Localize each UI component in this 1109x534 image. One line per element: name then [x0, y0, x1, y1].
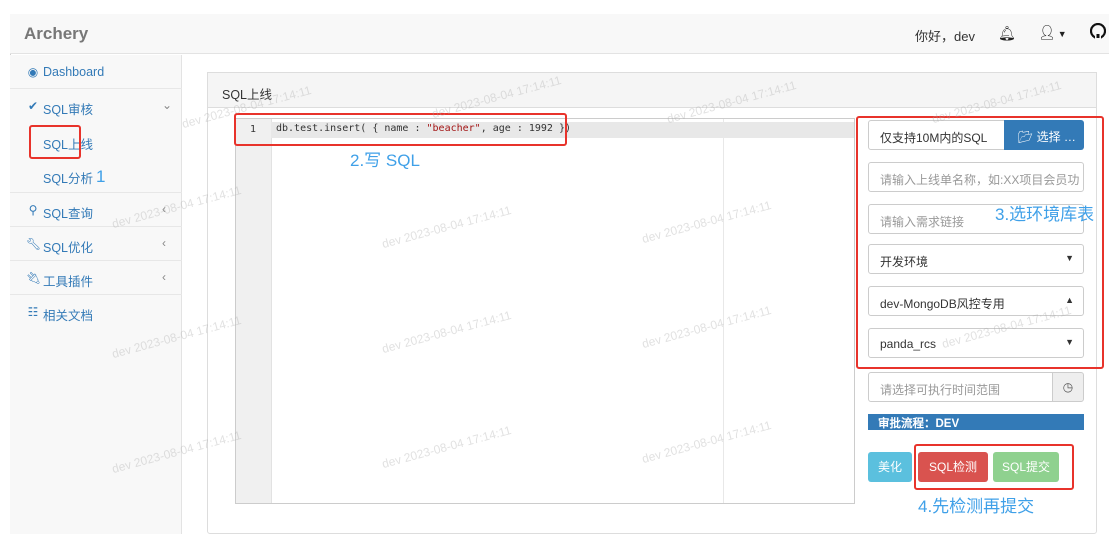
user-greeting: 你好，dev: [915, 29, 975, 44]
plug-icon: 🔌︎: [26, 271, 42, 285]
search-icon: ⚲: [28, 203, 38, 217]
sql-editor[interactable]: 1 db.test.insert( { name : "beacher", ag…: [235, 118, 855, 504]
check-icon: ✔: [27, 99, 39, 113]
placeholder-text: 请输入上线单名称，如:XX项目会员功能建表: [880, 173, 1080, 187]
editor-gutter: [236, 119, 272, 503]
sidebar-item-tools[interactable]: 🔌︎ 工具插件 ‹: [10, 261, 182, 295]
file-button-label: 选择 …: [1036, 130, 1076, 144]
environment-select[interactable]: 开发环境 ▼: [868, 244, 1084, 274]
chevron-down-icon: ⌄: [162, 98, 173, 112]
sidebar-item-label: SQL查询: [43, 207, 94, 221]
placeholder-text: 请选择可执行时间范围: [880, 383, 1001, 397]
selected-value: dev-MongoDB风控专用: [880, 297, 1005, 311]
user-menu-icon[interactable]: 👤︎ ▼: [1038, 24, 1067, 41]
sidebar-item-sql-query[interactable]: ⚲ SQL查询 ‹: [10, 193, 182, 227]
execution-time-input[interactable]: 请选择可执行时间范围: [868, 372, 1053, 402]
caret-down-icon: ▼: [1057, 29, 1067, 39]
sidebar-item-label: SQL优化: [43, 241, 94, 255]
line-number: 1: [250, 124, 257, 135]
sidebar-item-label: SQL上线: [43, 138, 94, 152]
sidebar-item-label: 工具插件: [43, 275, 94, 289]
sidebar-item-dashboard[interactable]: ◉ Dashboard: [10, 55, 182, 89]
panel-heading: SQL上线: [207, 72, 1097, 108]
sql-submit-button[interactable]: SQL提交: [993, 452, 1059, 482]
code-text: db.test.insert( { name :: [276, 123, 427, 134]
sql-check-button[interactable]: SQL检测: [918, 452, 988, 482]
file-note: 仅支持10M内的SQL: [880, 131, 988, 145]
folder-open-icon: 📂︎: [1018, 130, 1034, 144]
selected-value: 开发环境: [880, 255, 929, 269]
top-navbar: Archery 你好，dev 🔔︎ 👤︎ ▼: [10, 14, 1109, 54]
caret-down-icon: ▼: [1065, 253, 1074, 263]
annotation-step1: 1: [96, 167, 106, 186]
annotation-step2: 2.写 SQL: [350, 151, 420, 170]
caret-down-icon: ▼: [1065, 337, 1074, 347]
sidebar-item-label: 相关文档: [43, 309, 94, 323]
code-string: "beacher": [426, 123, 481, 134]
annotation-step4: 4.先检测再提交: [918, 497, 1035, 516]
annotation-step3: 3.选环境库表: [995, 205, 1095, 224]
file-select-button[interactable]: 📂︎ 选择 …: [1004, 120, 1084, 150]
dashboard-icon: ◉: [27, 65, 39, 79]
print-margin: [723, 119, 724, 503]
page-title: SQL上线: [222, 88, 273, 102]
workflow-badge: 审批流程：DEV: [868, 414, 1084, 430]
workflow-title-input[interactable]: 请输入上线单名称，如:XX项目会员功能建表: [868, 162, 1084, 192]
selected-value: panda_rcs: [880, 337, 937, 351]
sidebar-item-sql-review[interactable]: ✔ SQL审核 ⌄: [10, 89, 182, 123]
chevron-left-icon: ‹: [162, 236, 166, 250]
database-select[interactable]: panda_rcs ▼: [868, 328, 1084, 358]
sidebar-item-docs[interactable]: ☷ 相关文档: [10, 295, 182, 329]
code-text: , age : 1992 }): [480, 123, 572, 134]
sidebar-item-label: Dashboard: [43, 65, 105, 79]
chevron-left-icon: ‹: [162, 270, 166, 284]
wrench-icon: 🔧︎: [26, 237, 42, 251]
github-icon[interactable]: [1090, 23, 1106, 39]
workflow-text: 审批流程：DEV: [878, 418, 960, 430]
clock-icon[interactable]: ◷: [1052, 372, 1084, 402]
code-line[interactable]: db.test.insert( { name : "beacher", age …: [276, 123, 571, 134]
chevron-left-icon: ‹: [162, 202, 166, 216]
file-name-display: 仅支持10M内的SQL: [868, 120, 1005, 150]
sidebar-item-sql-optimize[interactable]: 🔧︎ SQL优化 ‹: [10, 227, 182, 261]
instance-select[interactable]: dev-MongoDB风控专用 ▲: [868, 286, 1084, 316]
sitemap-icon: ☷: [27, 305, 39, 319]
sidebar-item-label: SQL审核: [43, 103, 94, 117]
brand-logo[interactable]: Archery: [24, 24, 88, 44]
sidebar-subitem-sql-online[interactable]: SQL上线: [10, 125, 182, 159]
sidebar: ◉ Dashboard ✔ SQL审核 ⌄ SQL上线 SQL分析 ⚲ SQL查…: [10, 55, 182, 534]
caret-up-icon: ▲: [1065, 295, 1074, 305]
bell-icon[interactable]: 🔔︎: [998, 25, 1016, 42]
sidebar-item-label: SQL分析: [43, 172, 94, 186]
beautify-button[interactable]: 美化: [868, 452, 912, 482]
